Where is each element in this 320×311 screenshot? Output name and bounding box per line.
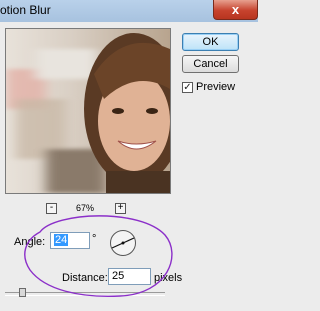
angle-value: 24 — [54, 234, 69, 246]
window-title: otion Blur — [0, 3, 51, 17]
close-button[interactable]: x — [213, 0, 258, 20]
ok-button[interactable]: OK — [182, 33, 239, 51]
preview-label: Preview — [196, 81, 236, 93]
distance-slider-track[interactable] — [5, 292, 165, 296]
distance-value: 25 — [112, 270, 125, 282]
zoom-in-button[interactable]: + — [115, 203, 126, 214]
distance-label: Distance: — [62, 272, 108, 284]
cancel-button[interactable]: Cancel — [182, 55, 239, 73]
preview-checkbox[interactable]: ✓ — [182, 82, 193, 93]
blurred-portrait-image — [6, 29, 170, 193]
angle-dial-icon[interactable] — [109, 229, 137, 257]
distance-slider-thumb[interactable] — [19, 288, 26, 297]
angle-input[interactable]: 24 — [50, 232, 90, 249]
zoom-level: 67% — [76, 203, 95, 213]
preview-image[interactable] — [5, 28, 171, 194]
zoom-out-button[interactable]: - — [46, 203, 57, 214]
distance-input[interactable]: 25 — [108, 268, 151, 285]
distance-unit: pixels — [154, 272, 183, 284]
angle-label: Angle: — [14, 236, 46, 248]
degree-symbol: ° — [92, 233, 97, 245]
title-bar: otion Blur x — [0, 0, 258, 22]
